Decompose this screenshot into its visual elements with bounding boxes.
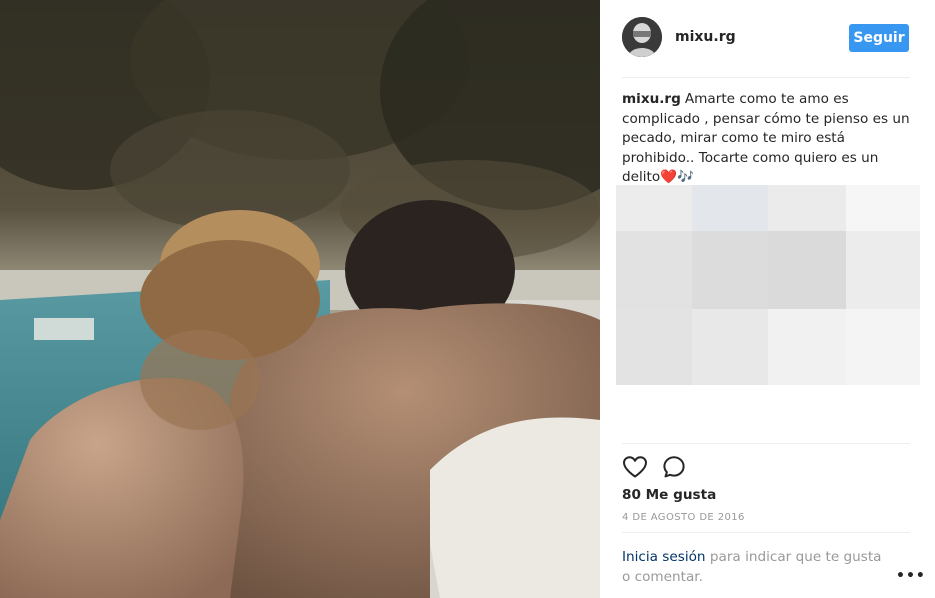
avatar[interactable] [622,17,662,57]
login-link[interactable]: Inicia sesión [622,549,706,565]
post-header: mixu.rg Seguir [622,15,910,61]
likes-count[interactable]: 80 Me gusta [622,487,716,503]
post-sidebar: mixu.rg Seguir mixu.rg Amarte como te amo… [600,0,935,598]
login-prompt: Inicia sesión para indicar que te gusta … [622,548,892,587]
divider [622,532,910,533]
divider [622,443,910,444]
comment-icon[interactable] [662,455,688,479]
heart-icon[interactable] [622,455,648,479]
follow-button[interactable]: Seguir [849,24,909,52]
caption-username[interactable]: mixu.rg [622,91,681,107]
author-username[interactable]: mixu.rg [675,29,736,45]
post-photo[interactable] [0,0,600,598]
more-options-button[interactable]: ••• [896,568,926,584]
blurred-comments [616,185,920,385]
post-date: 4 DE AGOSTO DE 2016 [622,512,745,523]
post-caption: mixu.rg Amarte como te amo es complicado … [622,90,914,188]
post-image [0,0,600,598]
divider [622,77,910,78]
